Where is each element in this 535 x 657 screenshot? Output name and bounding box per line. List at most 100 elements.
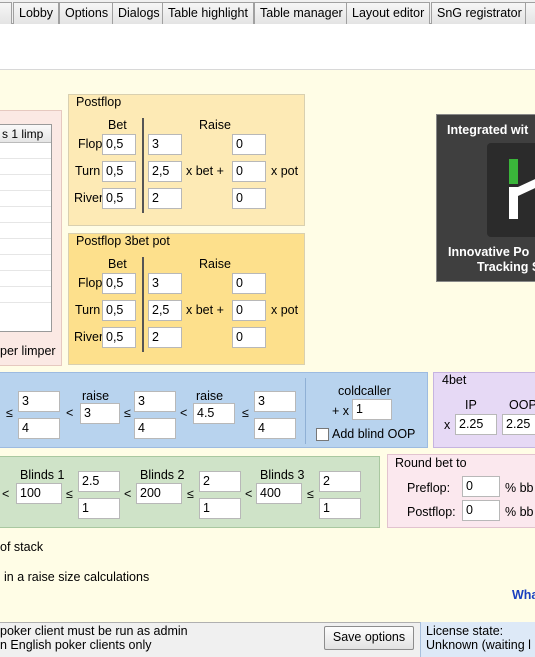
tracker-promo-banner[interactable]: Integrated wit Innovative Po Tracking S — [436, 114, 535, 282]
blinds1-mult-2[interactable]: 1 — [78, 498, 120, 519]
tracker-logo-icon — [487, 143, 535, 237]
raise-label-1: raise — [82, 389, 110, 403]
raise-input-3[interactable]: 3 — [134, 391, 176, 412]
lt-symbol: < — [2, 487, 10, 501]
blinds2-mult-2[interactable]: 1 — [199, 498, 241, 519]
postflop-turn-bet[interactable]: 0,5 — [102, 161, 136, 182]
postflop-3bet-turn-label: Turn — [75, 303, 101, 317]
postflop-3bet-river-bet[interactable]: 0,5 — [102, 327, 136, 348]
roundbet-preflop-input[interactable]: 0 — [462, 476, 500, 497]
postflop-xbet-label: x bet + — [186, 164, 224, 178]
blinds1-label: Blinds 1 — [20, 468, 65, 482]
postflop-3bet-flop-bet[interactable]: 0,5 — [102, 273, 136, 294]
blinds1-input[interactable]: 100 — [16, 483, 62, 504]
postflop-turn-raise-bet[interactable]: 2,5 — [148, 161, 182, 182]
roundbet-postflop-input[interactable]: 0 — [462, 500, 500, 521]
coldcaller-input[interactable]: 1 — [352, 399, 392, 420]
postflop-3bet-river-raise-bet[interactable]: 2 — [148, 327, 182, 348]
blinds3-input[interactable]: 400 — [256, 483, 302, 504]
postflop-3bet-bet-label: Bet — [108, 257, 127, 271]
promo-line1: Innovative Po — [448, 245, 530, 259]
postflop-river-raise-pot[interactable]: 0 — [232, 188, 266, 209]
postflop-3bet-raise-label: Raise — [199, 257, 231, 271]
postflop-3bet-xbet-label: x bet + — [186, 303, 224, 317]
blinds3-mult-1[interactable]: 2 — [319, 471, 361, 492]
postflop-flop-raise-bet[interactable]: 3 — [148, 134, 182, 155]
le-symbol: ≤ — [124, 406, 131, 420]
postflop-3bet-flop-raise-bet[interactable]: 3 — [148, 273, 182, 294]
postflop-3bet-turn-bet[interactable]: 0,5 — [102, 300, 136, 321]
roundbet-preflop-unit: % bb — [505, 481, 534, 495]
tab-sng-registrator[interactable]: SnG registrator — [431, 2, 528, 24]
add-blind-oop-checkbox[interactable] — [316, 428, 329, 441]
postflop-river-raise-bet[interactable]: 2 — [148, 188, 182, 209]
postflop-3bet-turn-raise-bet[interactable]: 2,5 — [148, 300, 182, 321]
lt-symbol: < — [180, 406, 188, 420]
tab-layout-editor[interactable]: Layout editor — [346, 2, 431, 24]
postflop-3bet-flop-raise-pot[interactable]: 0 — [232, 273, 266, 294]
postflop-river-bet[interactable]: 0,5 — [102, 188, 136, 209]
postflop-3bet-river-raise-pot[interactable]: 0 — [232, 327, 266, 348]
raise-input-4[interactable]: 4 — [134, 418, 176, 439]
postflop-river-label: River — [74, 191, 104, 205]
whats-new-link[interactable]: Wha — [512, 588, 535, 602]
coldcaller-prefix: + x — [332, 404, 350, 418]
postflop-flop-raise-pot[interactable]: 0 — [232, 134, 266, 155]
per-limper-label: per limper — [0, 344, 56, 358]
blinds3-mult-2[interactable]: 1 — [319, 498, 361, 519]
blinds2-input[interactable]: 200 — [136, 483, 182, 504]
postflop-flop-bet[interactable]: 0,5 — [102, 134, 136, 155]
roundbet-postflop-label: Postflop: — [407, 505, 456, 519]
blinds2-mult-1[interactable]: 2 — [199, 471, 241, 492]
postflop-divider — [142, 118, 144, 213]
save-options-button[interactable]: Save options — [324, 626, 414, 650]
postflop-3bet-title: Postflop 3bet pot — [76, 234, 170, 248]
postflop-3bet-xpot-label: x pot — [271, 303, 299, 317]
blinds2-label: Blinds 2 — [140, 468, 185, 482]
tab-table-manager[interactable]: Table manager — [254, 2, 349, 24]
promo-title: Integrated wit — [447, 123, 529, 137]
roundbet-title: Round bet to — [395, 456, 467, 470]
fourbet-oop-input[interactable]: 2.25 — [502, 414, 535, 435]
tab-options[interactable]: Options — [59, 2, 115, 24]
postflop-3bet-turn-raise-pot[interactable]: 0 — [232, 300, 266, 321]
license-value: Unknown (waiting l — [426, 638, 531, 652]
lt-symbol: < — [66, 406, 74, 420]
le-symbol: ≤ — [6, 406, 13, 420]
le-symbol: ≤ — [187, 487, 194, 501]
fourbet-ip-input[interactable]: 2.25 — [455, 414, 497, 435]
fourbet-x-label: x — [444, 418, 451, 432]
raise-input-5[interactable]: 3 — [254, 391, 296, 412]
raise-value-1[interactable]: 3 — [80, 403, 120, 424]
list-header[interactable]: s 1 limp — [0, 125, 51, 143]
blinds1-mult-1[interactable]: 2.5 — [78, 471, 120, 492]
tab-scroll-left[interactable] — [0, 2, 12, 24]
postflop-bet-label: Bet — [108, 118, 127, 132]
tab-table-highlight[interactable]: Table highlight — [162, 2, 254, 24]
promo-line2: Tracking S — [477, 260, 535, 274]
coldcaller-label: coldcaller — [338, 384, 391, 398]
postflop-turn-raise-pot[interactable]: 0 — [232, 161, 266, 182]
fourbet-ip-label: IP — [465, 398, 477, 412]
postflop-3bet-divider — [142, 257, 144, 352]
postflop-raise-label: Raise — [199, 118, 231, 132]
raise-input-6[interactable]: 4 — [254, 418, 296, 439]
le-symbol: ≤ — [242, 406, 249, 420]
raise-input-2[interactable]: 4 — [18, 418, 60, 439]
english-note: n English poker clients only — [0, 638, 152, 652]
add-blind-oop-label: Add blind OOP — [332, 427, 416, 441]
tab-dialogs[interactable]: Dialogs — [112, 2, 166, 24]
roundbet-preflop-label: Preflop: — [407, 481, 451, 495]
raise-input-1[interactable]: 3 — [18, 391, 60, 412]
top-strip — [0, 25, 535, 70]
limp-list[interactable]: s 1 limp — [0, 124, 52, 332]
tab-lobby[interactable]: Lobby — [13, 2, 60, 24]
fourbet-oop-label: OOP — [509, 398, 535, 412]
tab-overflow[interactable] — [525, 2, 535, 24]
raise-value-2[interactable]: 4.5 — [193, 403, 235, 424]
admin-note: poker client must be run as admin — [0, 624, 188, 638]
tab-bar: Lobby Options Dialogs Table highlight Ta… — [0, 0, 535, 24]
postflop-turn-label: Turn — [75, 164, 101, 178]
le-symbol: ≤ — [66, 487, 73, 501]
roundbet-postflop-unit: % bb — [505, 505, 534, 519]
